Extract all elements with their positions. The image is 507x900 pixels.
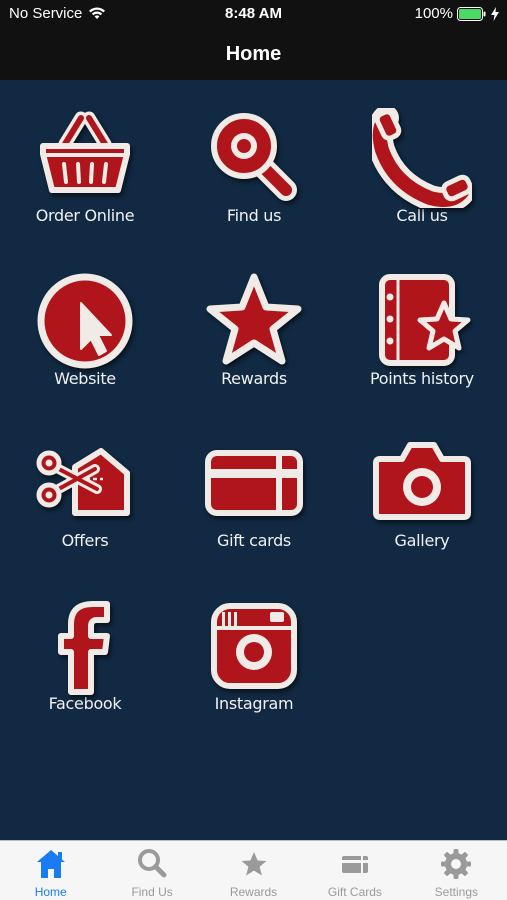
home-icon	[36, 850, 65, 878]
tile-label: Find us	[226, 206, 282, 225]
tile-label: Order Online	[35, 206, 135, 225]
tile-label: Call us	[396, 206, 448, 225]
tab-label: Find Us	[131, 885, 173, 899]
star-icon	[241, 852, 267, 876]
tile-label: Points history	[370, 369, 474, 388]
tile-label: Offers	[61, 531, 109, 550]
tile-label: Website	[54, 369, 116, 388]
tile-label: Gallery	[394, 531, 450, 550]
gear-icon	[441, 849, 472, 879]
status-bar: No Service 8:48 AM 100%	[0, 0, 507, 28]
tab-gift-cards[interactable]: Gift Cards	[304, 841, 405, 900]
basket-icon	[40, 111, 130, 193]
search-icon	[138, 849, 167, 878]
tab-settings[interactable]: Settings	[406, 841, 507, 900]
tile-instagram[interactable]: Instagram	[179, 568, 329, 718]
tab-label: Home	[34, 885, 67, 899]
instagram-icon	[211, 603, 297, 689]
tile-facebook[interactable]: Facebook	[10, 568, 160, 718]
phone-icon	[372, 108, 472, 208]
status-right: 100%	[415, 5, 499, 22]
tab-label: Gift Cards	[327, 885, 382, 899]
gift-card-icon	[205, 450, 303, 516]
tab-bar: Home Find Us Rewards Gift Cards Settings	[0, 840, 507, 900]
charging-bolt-icon	[491, 6, 499, 21]
tile-order-online[interactable]: Order Online	[10, 80, 160, 230]
star-icon	[206, 273, 302, 365]
facebook-icon	[58, 601, 110, 695]
gift-card-icon	[341, 856, 368, 873]
notebook-star-icon	[379, 274, 471, 366]
tile-offers[interactable]: Offers	[10, 405, 160, 555]
tile-points-history[interactable]: Points history	[347, 243, 497, 393]
tile-gallery[interactable]: Gallery	[347, 405, 497, 555]
tile-label: Facebook	[48, 694, 122, 713]
cursor-icon	[37, 273, 133, 369]
tile-label: Rewards	[221, 369, 287, 388]
tile-call-us[interactable]: Call us	[347, 80, 497, 230]
camera-icon	[373, 442, 471, 520]
tile-find-us[interactable]: Find us	[179, 80, 329, 230]
tab-home[interactable]: Home	[0, 841, 101, 900]
magnifier-icon	[211, 113, 297, 201]
page-title: Home	[225, 42, 282, 65]
scissors-coupon-icon	[36, 448, 130, 516]
tile-website[interactable]: Website	[10, 243, 160, 393]
tab-rewards[interactable]: Rewards	[203, 841, 304, 900]
tile-rewards[interactable]: Rewards	[179, 243, 329, 393]
battery-percent: 100%	[414, 5, 453, 22]
navigation-bar: Home	[0, 28, 507, 80]
battery-icon	[457, 6, 486, 21]
tab-label: Settings	[434, 885, 478, 899]
tile-label: Gift cards	[217, 531, 291, 550]
tab-label: Rewards	[229, 885, 278, 899]
tile-gift-cards[interactable]: Gift cards	[179, 405, 329, 555]
tab-find-us[interactable]: Find Us	[101, 841, 202, 900]
tile-label: Instagram	[214, 694, 294, 713]
menu-grid: Order Online Find us Call us Website Rew…	[0, 80, 507, 840]
